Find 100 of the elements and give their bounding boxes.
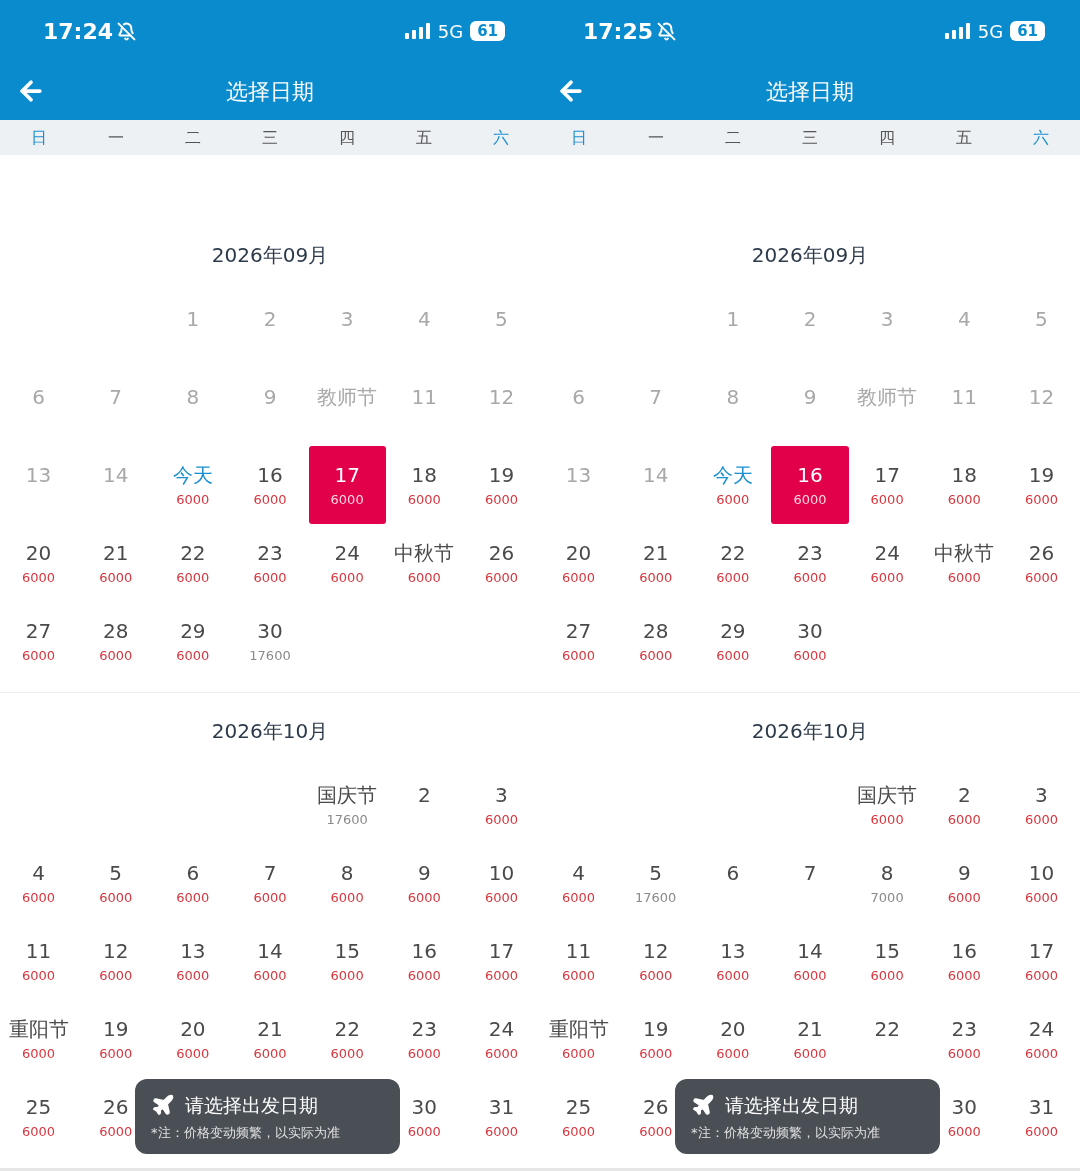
calendar-day[interactable]: 19 6000 [1002, 446, 1080, 524]
calendar-day[interactable]: 9 6000 [925, 844, 1003, 922]
calendar-day[interactable]: 19 6000 [462, 446, 540, 524]
calendar-day[interactable]: 29 6000 [694, 602, 772, 680]
calendar-day[interactable]: 31 6000 [1002, 1078, 1080, 1156]
calendar-day[interactable]: 今天 6000 [154, 446, 232, 524]
calendar-day[interactable]: 26 6000 [1002, 524, 1080, 602]
calendar-day[interactable]: 30 17600 [231, 602, 309, 680]
calendar-day: 教师节 [848, 368, 926, 446]
calendar-day[interactable]: 11 6000 [540, 922, 618, 1000]
calendar-day[interactable]: 20 6000 [540, 524, 618, 602]
calendar-day[interactable]: 2 6000 [925, 766, 1003, 844]
calendar-day[interactable]: 25 6000 [540, 1078, 618, 1156]
calendar-day[interactable]: 24 6000 [308, 524, 386, 602]
calendar-day[interactable]: 7 [771, 844, 849, 922]
calendar-day[interactable]: 20 6000 [694, 1000, 772, 1078]
calendar-day[interactable]: 国庆节 17600 [308, 766, 386, 844]
calendar-day[interactable]: 31 6000 [462, 1078, 540, 1156]
calendar-day[interactable]: 19 6000 [77, 1000, 155, 1078]
status-time: 17:25 [583, 17, 654, 46]
calendar-day: 1 [694, 290, 772, 368]
calendar-day[interactable]: 29 6000 [154, 602, 232, 680]
page-title: 选择日期 [226, 77, 314, 106]
calendar-day[interactable]: 16 6000 [925, 922, 1003, 1000]
calendar-day[interactable]: 17 6000 [462, 922, 540, 1000]
calendar-day[interactable]: 16 6000 [771, 446, 849, 524]
calendar-day[interactable]: 14 6000 [771, 922, 849, 1000]
calendar-day[interactable]: 10 6000 [462, 844, 540, 922]
network-type: 5G [977, 19, 1004, 44]
calendar-day[interactable]: 5 6000 [77, 844, 155, 922]
calendar-day[interactable]: 24 6000 [462, 1000, 540, 1078]
calendar-day[interactable]: 8 6000 [308, 844, 386, 922]
calendar-day[interactable]: 13 6000 [694, 922, 772, 1000]
calendar-day[interactable]: 18 6000 [925, 446, 1003, 524]
calendar-day[interactable]: 11 6000 [0, 922, 78, 1000]
calendar-day[interactable]: 27 6000 [0, 602, 78, 680]
status-time: 17:24 [43, 17, 114, 46]
calendar-day[interactable]: 17 6000 [1002, 922, 1080, 1000]
calendar-day[interactable]: 6 [694, 844, 772, 922]
calendar-day[interactable]: 13 6000 [154, 922, 232, 1000]
calendar-day: 3 [848, 290, 926, 368]
calendar-day[interactable]: 19 6000 [617, 1000, 695, 1078]
calendar-day[interactable]: 15 6000 [848, 922, 926, 1000]
calendar-day[interactable]: 23 6000 [231, 524, 309, 602]
calendar-day[interactable]: 25 6000 [0, 1078, 78, 1156]
calendar-day[interactable]: 5 17600 [617, 844, 695, 922]
calendar-day[interactable]: 6 6000 [154, 844, 232, 922]
calendar-day[interactable]: 3 6000 [462, 766, 540, 844]
calendar-day[interactable]: 4 6000 [540, 844, 618, 922]
calendar-day: 6 [540, 368, 618, 446]
calendar-day[interactable]: 中秋节 6000 [385, 524, 463, 602]
calendar-day: 8 [154, 368, 232, 446]
calendar-day[interactable]: 21 6000 [77, 524, 155, 602]
calendar-day[interactable]: 17 6000 [848, 446, 926, 524]
calendar-day[interactable]: 2 [385, 766, 463, 844]
calendar-day[interactable]: 21 6000 [771, 1000, 849, 1078]
calendar-day[interactable]: 重阳节 6000 [0, 1000, 78, 1078]
calendar-day[interactable]: 7 6000 [231, 844, 309, 922]
calendar-day[interactable]: 21 6000 [231, 1000, 309, 1078]
calendar-day[interactable]: 23 6000 [385, 1000, 463, 1078]
plane-icon [691, 1092, 715, 1117]
calendar-day[interactable]: 12 6000 [617, 922, 695, 1000]
weekday-label: 二 [183, 126, 202, 149]
weekday-label: 四 [338, 126, 357, 149]
network-type: 5G [437, 19, 464, 44]
calendar-day[interactable]: 22 6000 [694, 524, 772, 602]
calendar-day[interactable]: 20 6000 [154, 1000, 232, 1078]
calendar-day[interactable]: 18 6000 [385, 446, 463, 524]
calendar-day[interactable]: 3 6000 [1002, 766, 1080, 844]
calendar-day[interactable]: 20 6000 [0, 524, 78, 602]
calendar-day[interactable]: 26 6000 [462, 524, 540, 602]
calendar-day[interactable]: 23 6000 [771, 524, 849, 602]
calendar-day: 13 [540, 446, 618, 524]
calendar-day[interactable]: 22 6000 [154, 524, 232, 602]
calendar-day[interactable]: 4 6000 [0, 844, 78, 922]
calendar-day[interactable]: 今天 6000 [694, 446, 772, 524]
calendar-day: 教师节 [308, 368, 386, 446]
calendar-day[interactable]: 30 6000 [771, 602, 849, 680]
calendar-day: 13 [0, 446, 78, 524]
calendar-day[interactable]: 12 6000 [77, 922, 155, 1000]
calendar-day[interactable]: 27 6000 [540, 602, 618, 680]
calendar-day[interactable]: 21 6000 [617, 524, 695, 602]
calendar-day[interactable]: 中秋节 6000 [925, 524, 1003, 602]
calendar-day[interactable]: 24 6000 [848, 524, 926, 602]
calendar-day[interactable]: 17 6000 [308, 446, 386, 524]
calendar-day[interactable]: 28 6000 [617, 602, 695, 680]
calendar-day[interactable]: 15 6000 [308, 922, 386, 1000]
calendar-day[interactable]: 14 6000 [231, 922, 309, 1000]
calendar-day[interactable]: 8 7000 [848, 844, 926, 922]
calendar-day[interactable]: 24 6000 [1002, 1000, 1080, 1078]
calendar-day[interactable]: 22 6000 [308, 1000, 386, 1078]
calendar-day[interactable]: 国庆节 6000 [848, 766, 926, 844]
calendar-day[interactable]: 23 6000 [925, 1000, 1003, 1078]
calendar-day[interactable]: 9 6000 [385, 844, 463, 922]
calendar-day[interactable]: 16 6000 [385, 922, 463, 1000]
calendar-day[interactable]: 重阳节 6000 [540, 1000, 618, 1078]
calendar-day[interactable]: 22 [848, 1000, 926, 1078]
calendar-day[interactable]: 10 6000 [1002, 844, 1080, 922]
calendar-day[interactable]: 16 6000 [231, 446, 309, 524]
calendar-day[interactable]: 28 6000 [77, 602, 155, 680]
